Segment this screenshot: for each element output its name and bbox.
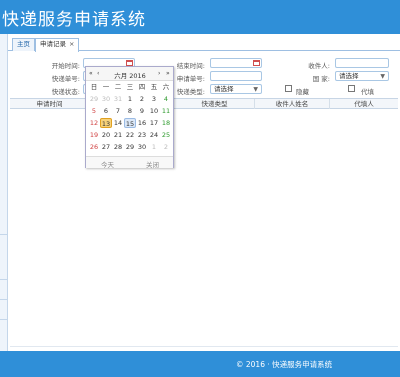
tab-apply-records-label: 申请记录: [40, 40, 66, 48]
weekday-header: 一: [102, 83, 110, 91]
calendar-day[interactable]: 8: [124, 106, 136, 116]
sidebar-divider: [0, 319, 8, 320]
tab-home[interactable]: 主页: [12, 38, 35, 51]
calendar-day[interactable]: 17: [148, 118, 160, 128]
app-footer: © 2016 · 快递服务申请系统: [0, 351, 400, 377]
calendar-day[interactable]: 26: [88, 142, 100, 152]
calendar-day[interactable]: 27: [100, 142, 112, 152]
end-time-input[interactable]: [210, 58, 262, 68]
calendar-day[interactable]: 6: [100, 106, 112, 116]
grid-header: 申请时间 快递类型 收件人姓名 代填人: [10, 98, 398, 109]
tab-bar: 主页 申请记录 ×: [8, 38, 400, 52]
sidebar-divider: [0, 279, 8, 280]
apply-no-input[interactable]: [210, 71, 262, 81]
express-type-select[interactable]: 请选择 ▼: [210, 84, 262, 94]
calendar-day[interactable]: 21: [112, 130, 124, 140]
weekday-header: 五: [150, 83, 158, 91]
calendar-day[interactable]: 12: [88, 118, 100, 128]
calendar-day[interactable]: 10: [148, 106, 160, 116]
weekday-header: 日: [90, 83, 98, 91]
calendar-day[interactable]: 29: [88, 94, 100, 104]
close-button[interactable]: 关闭: [146, 159, 159, 169]
calendar-day[interactable]: 28: [112, 142, 124, 152]
app-header: 快递服务申请系统: [0, 0, 400, 34]
start-time-label: 开始时间:: [51, 62, 80, 70]
calendar-day[interactable]: 14: [112, 118, 124, 128]
calendar-day[interactable]: 3: [148, 94, 160, 104]
calendar-day[interactable]: 18: [160, 118, 172, 128]
calendar-day[interactable]: 30: [100, 94, 112, 104]
calendar-day[interactable]: 2: [160, 142, 172, 152]
weekday-header: 六: [162, 83, 170, 91]
column-header-proxy[interactable]: 代填人: [330, 99, 398, 109]
next-year-button[interactable]: »: [166, 70, 170, 77]
calendar-day[interactable]: 9: [136, 106, 148, 116]
calendar-day[interactable]: 23: [136, 130, 148, 140]
today-button[interactable]: 今天: [101, 159, 114, 169]
tab-close-icon[interactable]: ×: [69, 40, 74, 48]
next-month-button[interactable]: ›: [158, 70, 160, 77]
calendar-day[interactable]: 20: [100, 130, 112, 140]
express-type-select-value: 请选择: [214, 85, 234, 93]
copyright-text: © 2016 · 快递服务申请系统: [236, 360, 333, 369]
prev-month-button[interactable]: ‹: [97, 70, 99, 77]
calendar-day[interactable]: 22: [124, 130, 136, 140]
prev-year-button[interactable]: «: [89, 70, 93, 77]
country-select-value: 请选择: [339, 72, 359, 80]
date-picker-popup: « ‹ 六月 2016 › » 日一二三四五六 29 30 31 1 2 3 4 5 6 7 8 9 10…: [85, 66, 174, 169]
sidebar-divider: [0, 234, 8, 235]
weekday-header: 三: [126, 83, 134, 91]
left-sidebar-strip[interactable]: [0, 34, 8, 351]
chevron-down-icon: ▼: [253, 86, 258, 93]
weekday-header: 二: [114, 83, 122, 91]
calendar-day[interactable]: 7: [112, 106, 124, 116]
calendar-day[interactable]: 11: [160, 106, 172, 116]
calendar-day[interactable]: 13: [100, 118, 112, 128]
month-label: 六月 2016: [114, 72, 146, 80]
country-label: 国 家:: [312, 75, 330, 83]
calendar-day[interactable]: 5: [88, 106, 100, 116]
express-no-label: 快递单号:: [51, 75, 80, 83]
chevron-down-icon: ▼: [380, 73, 385, 80]
calendar-day[interactable]: 4: [160, 94, 172, 104]
weekday-header: 四: [138, 83, 146, 91]
proxy-checkbox[interactable]: [348, 85, 355, 92]
proxy-label: 代填: [361, 88, 374, 96]
calendar-day[interactable]: 15: [124, 118, 136, 128]
calendar-day[interactable]: 2: [136, 94, 148, 104]
calendar-day[interactable]: 24: [148, 130, 160, 140]
hide-label: 隐藏: [296, 88, 309, 96]
calendar-day[interactable]: 25: [160, 130, 172, 140]
grid-body: [10, 109, 398, 347]
column-header-apply-time[interactable]: 申请时间: [10, 99, 90, 109]
calendar-day[interactable]: 1: [148, 142, 160, 152]
calendar-day[interactable]: 16: [136, 118, 148, 128]
calendar-day[interactable]: 30: [136, 142, 148, 152]
calendar-day[interactable]: 1: [124, 94, 136, 104]
recipient-input[interactable]: [335, 58, 389, 68]
express-status-label: 快递状态:: [51, 88, 80, 96]
calendar-day[interactable]: 19: [88, 130, 100, 140]
country-select[interactable]: 请选择 ▼: [335, 71, 389, 81]
date-picker-footer: 今天 关闭: [86, 156, 173, 169]
tab-home-label: 主页: [17, 40, 30, 48]
calendar-day[interactable]: 31: [112, 94, 124, 104]
recipient-label: 收件人:: [308, 62, 330, 70]
calendar-icon[interactable]: [253, 60, 260, 66]
calendar-day[interactable]: 29: [124, 142, 136, 152]
column-header-recipient-name[interactable]: 收件人姓名: [255, 99, 330, 109]
column-header-express-type[interactable]: 快递类型: [175, 99, 255, 109]
hide-checkbox[interactable]: [285, 85, 292, 92]
tab-apply-records[interactable]: 申请记录 ×: [35, 38, 80, 52]
date-picker-nav: « ‹ 六月 2016 › »: [86, 67, 173, 81]
sidebar-divider: [0, 299, 8, 300]
app-title: 快递服务申请系统: [2, 10, 146, 30]
